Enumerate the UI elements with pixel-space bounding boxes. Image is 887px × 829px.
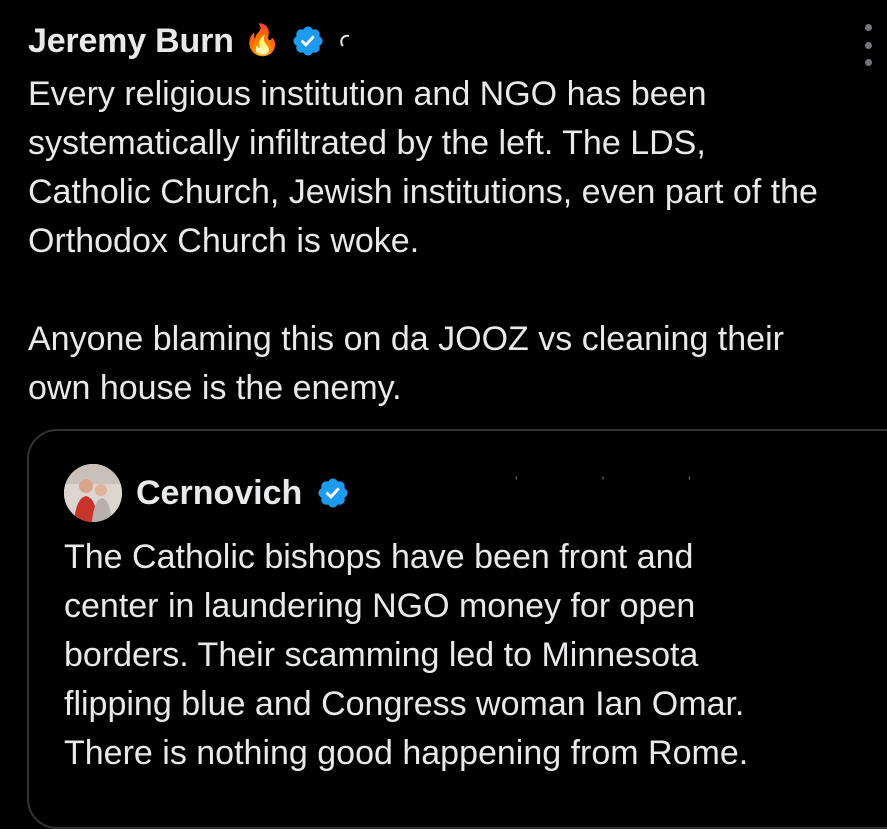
quoted-text-line: The Catholic bishops have been front and [64, 538, 694, 576]
post-text-line: Orthodox Church is woke. [28, 222, 420, 260]
post-author-name[interactable]: Jeremy Burn [28, 22, 234, 61]
quoted-post-card[interactable]: Cernovich ' ' ' The Catholic bishops hav… [27, 429, 887, 829]
post-text-line: systematically infiltrated by the left. … [28, 124, 706, 162]
more-options-icon-dot [864, 24, 872, 31]
more-options-button[interactable] [861, 24, 875, 66]
post-text-line: Catholic Church, Jewish institutions, ev… [28, 173, 818, 211]
quoted-author-name[interactable]: Cernovich [136, 474, 302, 513]
quoted-text-line: borders. Their scamming led to Minnesota [64, 636, 699, 674]
more-options-icon-dot [864, 41, 872, 49]
fire-emoji-icon: 🔥 [243, 24, 282, 57]
avatar[interactable] [64, 464, 122, 522]
post-text-line: Every religious institution and NGO has … [28, 75, 707, 113]
verified-badge-icon[interactable] [291, 24, 325, 58]
verified-badge-icon[interactable] [316, 476, 350, 510]
quoted-header-artifact: ' ' ' [515, 473, 731, 489]
truncated-icon [339, 34, 353, 48]
post-author-row: Jeremy Burn 🔥 [28, 18, 353, 64]
more-options-icon-dot [864, 59, 872, 66]
post: Jeremy Burn 🔥 Every religious institutio… [0, 0, 887, 829]
quoted-text-line: flipping blue and Congress woman Ian Oma… [64, 685, 745, 723]
post-text-line: own house is the enemy. [28, 369, 402, 407]
post-text: Every religious institution and NGO has … [28, 70, 887, 413]
post-text-line: Anyone blaming this on da JOOZ vs cleani… [28, 320, 784, 358]
quoted-text-line: There is nothing good happening from Rom… [64, 734, 749, 772]
quoted-post-text: The Catholic bishops have been front and… [64, 533, 887, 778]
quoted-post-header: Cernovich [64, 463, 350, 523]
quoted-text-line: center in laundering NGO money for open [64, 587, 696, 625]
